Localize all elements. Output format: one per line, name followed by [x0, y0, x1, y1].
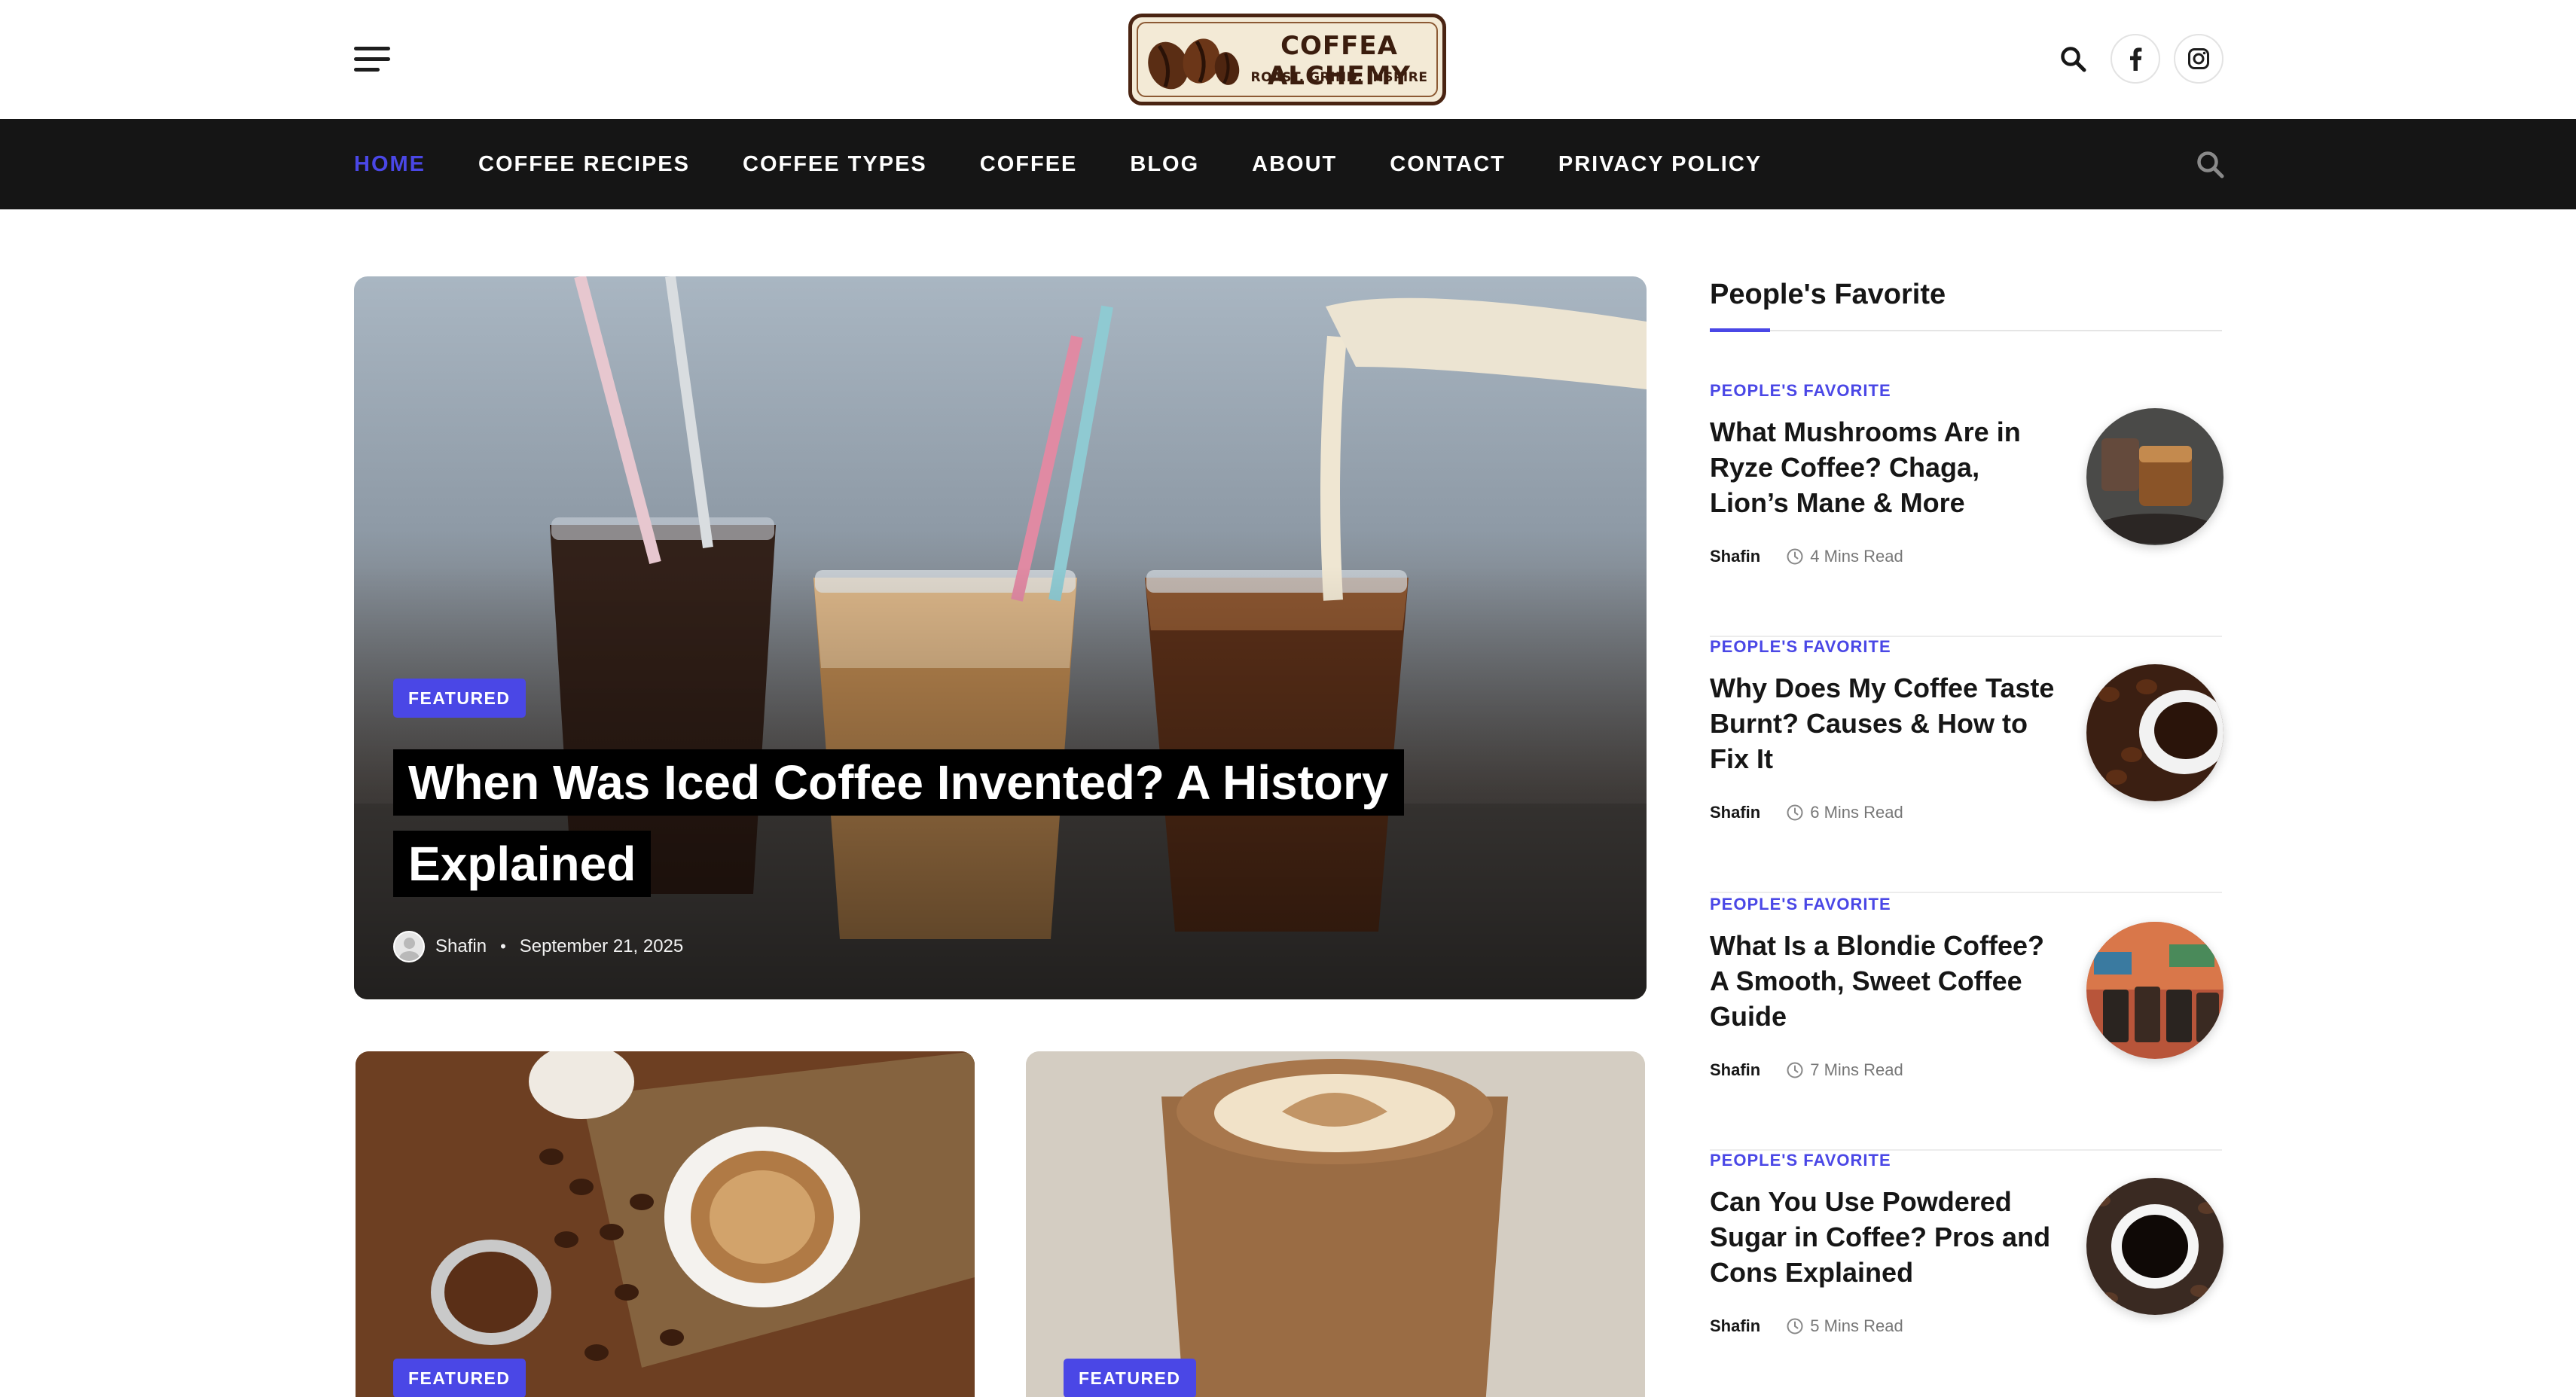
nav-item-about[interactable]: ABOUT — [1252, 152, 1337, 177]
meta-separator: • — [500, 937, 506, 956]
clock-icon — [1787, 548, 1803, 565]
facebook-button[interactable] — [2111, 34, 2160, 84]
site-logo[interactable]: COFFEA ALCHEMY ROAST, GRIND, INSPIRE — [1128, 14, 1446, 105]
hero-author[interactable]: Shafin — [435, 936, 487, 957]
favorite-title[interactable]: What Is a Blondie Coffee? A Smooth, Swee… — [1710, 928, 2064, 1034]
sidebar-peoples-favorite: People's Favorite PEOPLE'S FAVORITE What… — [1710, 270, 2223, 1335]
favorite-thumbnail[interactable] — [2086, 664, 2223, 801]
clock-icon — [1787, 1318, 1803, 1334]
author-avatar — [393, 931, 425, 962]
favorite-post-item: PEOPLE'S FAVORITE What Is a Blondie Coff… — [1710, 895, 2223, 1151]
nav-item-coffee[interactable]: COFFEE — [980, 152, 1078, 177]
favorite-category[interactable]: PEOPLE'S FAVORITE — [1710, 1151, 1891, 1170]
favorite-meta: Shafin 7 Mins Read — [1710, 1060, 1903, 1080]
favorite-category[interactable]: PEOPLE'S FAVORITE — [1710, 637, 1891, 657]
favorite-post-item: PEOPLE'S FAVORITE What Mushrooms Are in … — [1710, 381, 2223, 637]
favorite-post-item: PEOPLE'S FAVORITE Why Does My Coffee Tas… — [1710, 637, 2223, 893]
favorite-title[interactable]: What Mushrooms Are in Ryze Coffee? Chaga… — [1710, 414, 2064, 520]
favorite-author[interactable]: Shafin — [1710, 803, 1760, 822]
featured-badge[interactable]: FEATURED — [1064, 1359, 1196, 1397]
instagram-button[interactable] — [2174, 34, 2223, 84]
hero-date: September 21, 2025 — [519, 936, 684, 956]
favorite-meta: Shafin 5 Mins Read — [1710, 1316, 1903, 1336]
favorite-post-item: PEOPLE'S FAVORITE Can You Use Powdered S… — [1710, 1151, 2223, 1397]
sidebar-divider — [1710, 330, 2222, 331]
featured-hero-post[interactable]: FEATURED When Was Iced Coffee Invented? … — [354, 276, 1647, 999]
post-card[interactable]: FEATURED — [356, 1051, 975, 1397]
nav-item-blog[interactable]: BLOG — [1130, 152, 1199, 177]
clock-icon — [1787, 1062, 1803, 1078]
facebook-icon — [2130, 47, 2142, 71]
search-icon[interactable] — [2195, 149, 2225, 179]
nav-item-coffee-recipes[interactable]: COFFEE RECIPES — [478, 152, 690, 177]
favorite-read-time: 4 Mins Read — [1786, 547, 1903, 566]
favorite-divider — [1710, 892, 2222, 893]
favorite-author[interactable]: Shafin — [1710, 1060, 1760, 1080]
post-card[interactable]: FEATURED — [1026, 1051, 1645, 1397]
clock-icon — [1787, 804, 1803, 821]
favorite-read-time: 5 Mins Read — [1786, 1316, 1903, 1336]
instagram-icon — [2188, 48, 2209, 69]
featured-badge[interactable]: FEATURED — [393, 679, 526, 718]
nav-item-coffee-types[interactable]: COFFEE TYPES — [743, 152, 927, 177]
logo-tagline: ROAST, GRIND, INSPIRE — [1250, 70, 1428, 85]
sidebar-heading: People's Favorite — [1710, 279, 1946, 310]
favorite-read-time: 7 Mins Read — [1786, 1060, 1903, 1080]
nav-item-privacy-policy[interactable]: PRIVACY POLICY — [1558, 152, 1762, 177]
nav-item-home[interactable]: HOME — [354, 152, 426, 177]
favorite-title[interactable]: Why Does My Coffee Taste Burnt? Causes &… — [1710, 670, 2064, 776]
hamburger-menu-icon[interactable] — [354, 47, 390, 72]
favorite-read-time: 6 Mins Read — [1786, 803, 1903, 822]
coffee-beans-icon — [1148, 38, 1240, 90]
nav-item-contact[interactable]: CONTACT — [1390, 152, 1506, 177]
favorite-author[interactable]: Shafin — [1710, 547, 1760, 566]
sidebar-accent-line — [1710, 328, 1770, 332]
favorite-author[interactable]: Shafin — [1710, 1316, 1760, 1336]
featured-badge[interactable]: FEATURED — [393, 1359, 526, 1397]
favorite-thumbnail[interactable] — [2086, 408, 2223, 545]
favorite-meta: Shafin 4 Mins Read — [1710, 547, 1903, 566]
favorite-category[interactable]: PEOPLE'S FAVORITE — [1710, 381, 1891, 401]
site-header: COFFEA ALCHEMY ROAST, GRIND, INSPIRE — [0, 0, 2576, 119]
post-card-image — [1026, 1051, 1645, 1397]
hero-title[interactable]: When Was Iced Coffee Invented? A History… — [393, 742, 1448, 904]
favorite-meta: Shafin 6 Mins Read — [1710, 803, 1903, 822]
favorite-thumbnail[interactable] — [2086, 922, 2223, 1059]
main-navigation: HOME COFFEE RECIPES COFFEE TYPES COFFEE … — [0, 119, 2576, 209]
search-icon[interactable] — [2059, 45, 2086, 72]
post-card-image — [356, 1051, 975, 1397]
favorite-category[interactable]: PEOPLE'S FAVORITE — [1710, 895, 1891, 914]
favorite-thumbnail[interactable] — [2086, 1178, 2223, 1315]
hero-meta: Shafin • September 21, 2025 — [393, 930, 683, 963]
favorite-title[interactable]: Can You Use Powdered Sugar in Coffee? Pr… — [1710, 1184, 2064, 1290]
